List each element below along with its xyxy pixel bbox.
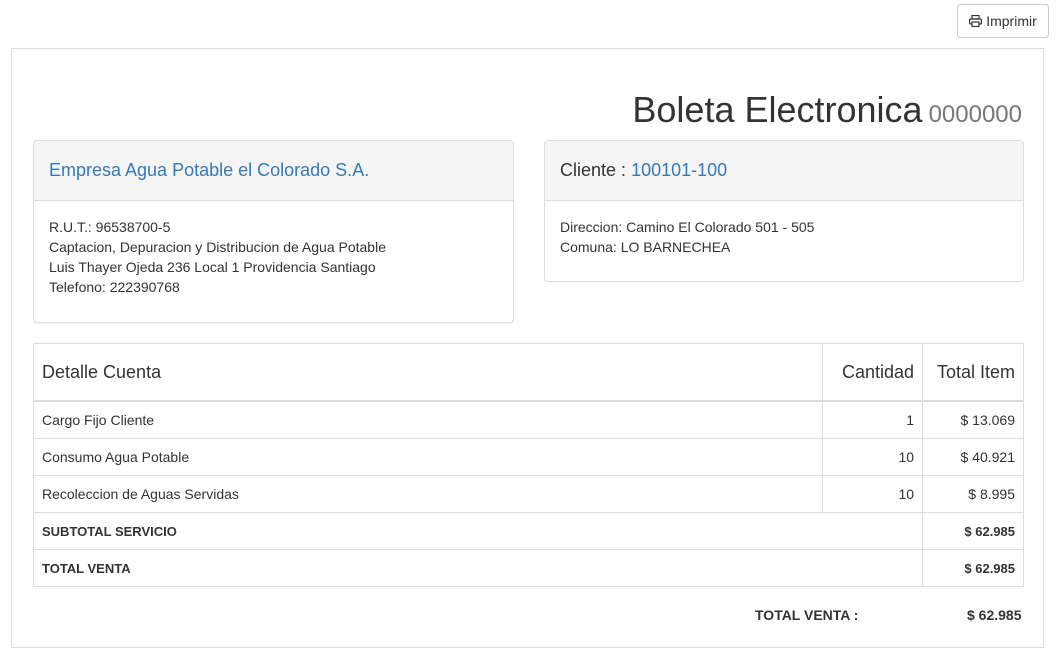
row-detail: Cargo Fijo Cliente (32, 400, 824, 439)
invoice-title-text: Boleta Electronica (632, 89, 923, 130)
row-total: $ 40.921 (922, 438, 1024, 476)
company-panel-body: R.U.T.: 96538700-5 Captacion, Depuracion… (34, 201, 513, 313)
row-quantity: 1 (822, 400, 924, 439)
row-quantity: 10 (822, 438, 924, 476)
print-icon (969, 15, 983, 27)
row-detail: Consumo Agua Potable (32, 438, 824, 476)
total-row: TOTAL VENTA $ 62.985 (32, 549, 1024, 587)
summary-total-value: $ 62.985 (967, 607, 1022, 623)
summary-total-label: TOTAL VENTA : (755, 607, 859, 623)
header-quantity: Cantidad (822, 343, 924, 402)
total-label: TOTAL VENTA (32, 549, 924, 587)
client-address: Direccion: Camino El Colorado 501 - 505 (560, 219, 815, 235)
row-total: $ 8.995 (922, 475, 1024, 513)
row-detail: Recoleccion de Aguas Servidas (32, 475, 824, 513)
print-button[interactable]: Imprimir (957, 4, 1049, 38)
client-panel-heading: Cliente : 100101-100 (545, 141, 1023, 201)
company-panel: Empresa Agua Potable el Colorado S.A. R.… (33, 140, 514, 323)
subtotal-row: SUBTOTAL SERVICIO $ 62.985 (32, 512, 1024, 550)
invoice-number: 0000000 (928, 101, 1022, 128)
table-header-row: Detalle Cuenta Cantidad Total Item (32, 343, 1024, 402)
client-panel-body: Direccion: Camino El Colorado 501 - 505 … (545, 201, 1023, 273)
print-label: Imprimir (986, 13, 1037, 29)
table-row: Consumo Agua Potable 10 $ 40.921 (32, 438, 1024, 476)
company-activity: Captacion, Depuracion y Distribucion de … (49, 239, 386, 255)
client-id: 100101-100 (631, 160, 728, 180)
company-phone: Telefono: 222390768 (49, 279, 180, 295)
company-rut: R.U.T.: 96538700-5 (49, 219, 171, 235)
header-detail: Detalle Cuenta (32, 343, 824, 402)
table-row: Cargo Fijo Cliente 1 $ 13.069 (32, 400, 1024, 439)
client-panel: Cliente : 100101-100 Direccion: Camino E… (544, 140, 1024, 282)
company-address: Luis Thayer Ojeda 236 Local 1 Providenci… (49, 259, 376, 275)
client-label: Cliente : (560, 160, 627, 180)
total-value: $ 62.985 (922, 549, 1024, 587)
invoice-title: Boleta Electronica 0000000 (632, 90, 1022, 135)
subtotal-label: SUBTOTAL SERVICIO (32, 512, 924, 550)
subtotal-value: $ 62.985 (922, 512, 1024, 550)
company-name: Empresa Agua Potable el Colorado S.A. (49, 160, 370, 180)
header-total-item: Total Item (922, 343, 1024, 402)
client-commune: Comuna: LO BARNECHEA (560, 239, 731, 255)
row-total: $ 13.069 (922, 400, 1024, 439)
invoice-container: Boleta Electronica 0000000 Empresa Agua P… (11, 48, 1044, 648)
table-row: Recoleccion de Aguas Servidas 10 $ 8.995 (32, 475, 1024, 513)
company-panel-heading: Empresa Agua Potable el Colorado S.A. (34, 141, 513, 201)
row-quantity: 10 (822, 475, 924, 513)
detail-table: Detalle Cuenta Cantidad Total Item Cargo… (32, 343, 1024, 587)
